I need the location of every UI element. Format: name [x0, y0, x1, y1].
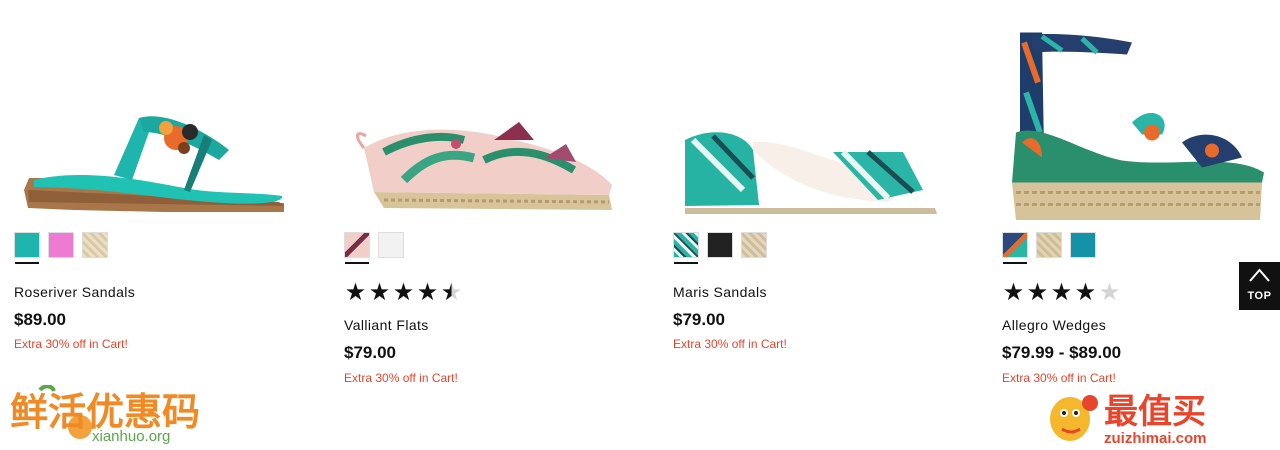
chevron-up-icon: [1249, 268, 1270, 282]
star-full-icon: ★: [392, 279, 415, 306]
swatch-pink-floral[interactable]: [344, 232, 370, 264]
product-card-maris[interactable]: Maris Sandals $79.00 Extra 30% off in Ca…: [673, 0, 973, 450]
star-full-icon: ★: [344, 279, 367, 306]
product-grid: Roseriver Sandals $89.00 Extra 30% off i…: [0, 0, 1280, 450]
promo-text: Extra 30% off in Cart!: [673, 337, 787, 351]
swatch-pink[interactable]: [48, 232, 74, 258]
color-swatches: [344, 232, 404, 264]
watermark-logo-right: 最值买 zuizhimai.com: [1050, 392, 1207, 447]
watermark-left-url: xianhuo.org: [92, 428, 170, 445]
color-swatches: [1002, 232, 1096, 264]
swatch-natural[interactable]: [1036, 232, 1062, 258]
watermark-logo-left: 鲜活优惠码 xianhuo.org: [10, 385, 200, 445]
star-empty-icon: ★: [1098, 279, 1121, 306]
color-swatches: [673, 232, 767, 264]
product-price: $79.99 - $89.00: [1002, 343, 1122, 362]
swatch-black[interactable]: [707, 232, 733, 258]
product-price: $79.00: [673, 310, 725, 329]
scroll-to-top-label: TOP: [1247, 290, 1272, 302]
color-swatches: [14, 232, 108, 264]
product-image[interactable]: [344, 40, 644, 225]
star-full-icon: ★: [1074, 279, 1097, 306]
product-name[interactable]: Valliant Flats: [344, 317, 429, 333]
product-image[interactable]: [1002, 10, 1280, 220]
product-price: $89.00: [14, 310, 66, 329]
swatch-natural[interactable]: [82, 232, 108, 258]
star-full-icon: ★: [368, 279, 391, 306]
swatch-natural[interactable]: [741, 232, 767, 258]
product-image[interactable]: [14, 40, 314, 225]
swatch-white[interactable]: [378, 232, 404, 258]
swatch-teal[interactable]: [14, 232, 40, 264]
swatch-teal-print[interactable]: [673, 232, 699, 264]
scroll-to-top-button[interactable]: TOP: [1239, 262, 1280, 310]
product-card-allegro[interactable]: ★ ★ ★ ★ ★ Allegro Wedges $79.99 - $89.00…: [1002, 0, 1280, 450]
swatch-navy-print[interactable]: [1002, 232, 1028, 264]
promo-text: Extra 30% off in Cart!: [1002, 371, 1116, 385]
star-full-icon: ★: [416, 279, 439, 306]
swatch-blue[interactable]: [1070, 232, 1096, 258]
watermark-right-text: 最值买: [1104, 392, 1206, 432]
rating-stars: ★ ★ ★ ★ ★: [1002, 281, 1121, 305]
star-half-icon: ★: [440, 279, 463, 306]
product-name[interactable]: Allegro Wedges: [1002, 317, 1106, 333]
star-full-icon: ★: [1026, 279, 1049, 306]
rating-stars: ★ ★ ★ ★ ★: [344, 281, 463, 305]
product-image[interactable]: [673, 40, 973, 225]
product-price: $79.00: [344, 343, 396, 362]
star-full-icon: ★: [1050, 279, 1073, 306]
product-card-roseriver[interactable]: Roseriver Sandals $89.00 Extra 30% off i…: [14, 0, 314, 450]
product-name[interactable]: Maris Sandals: [673, 284, 767, 300]
star-full-icon: ★: [1002, 279, 1025, 306]
promo-text: Extra 30% off in Cart!: [344, 371, 458, 385]
promo-text: Extra 30% off in Cart!: [14, 337, 128, 351]
watermark-right-url: zuizhimai.com: [1104, 430, 1207, 447]
product-name[interactable]: Roseriver Sandals: [14, 284, 135, 300]
product-card-valliant[interactable]: ★ ★ ★ ★ ★ Valliant Flats $79.00 Extra 30…: [344, 0, 644, 450]
